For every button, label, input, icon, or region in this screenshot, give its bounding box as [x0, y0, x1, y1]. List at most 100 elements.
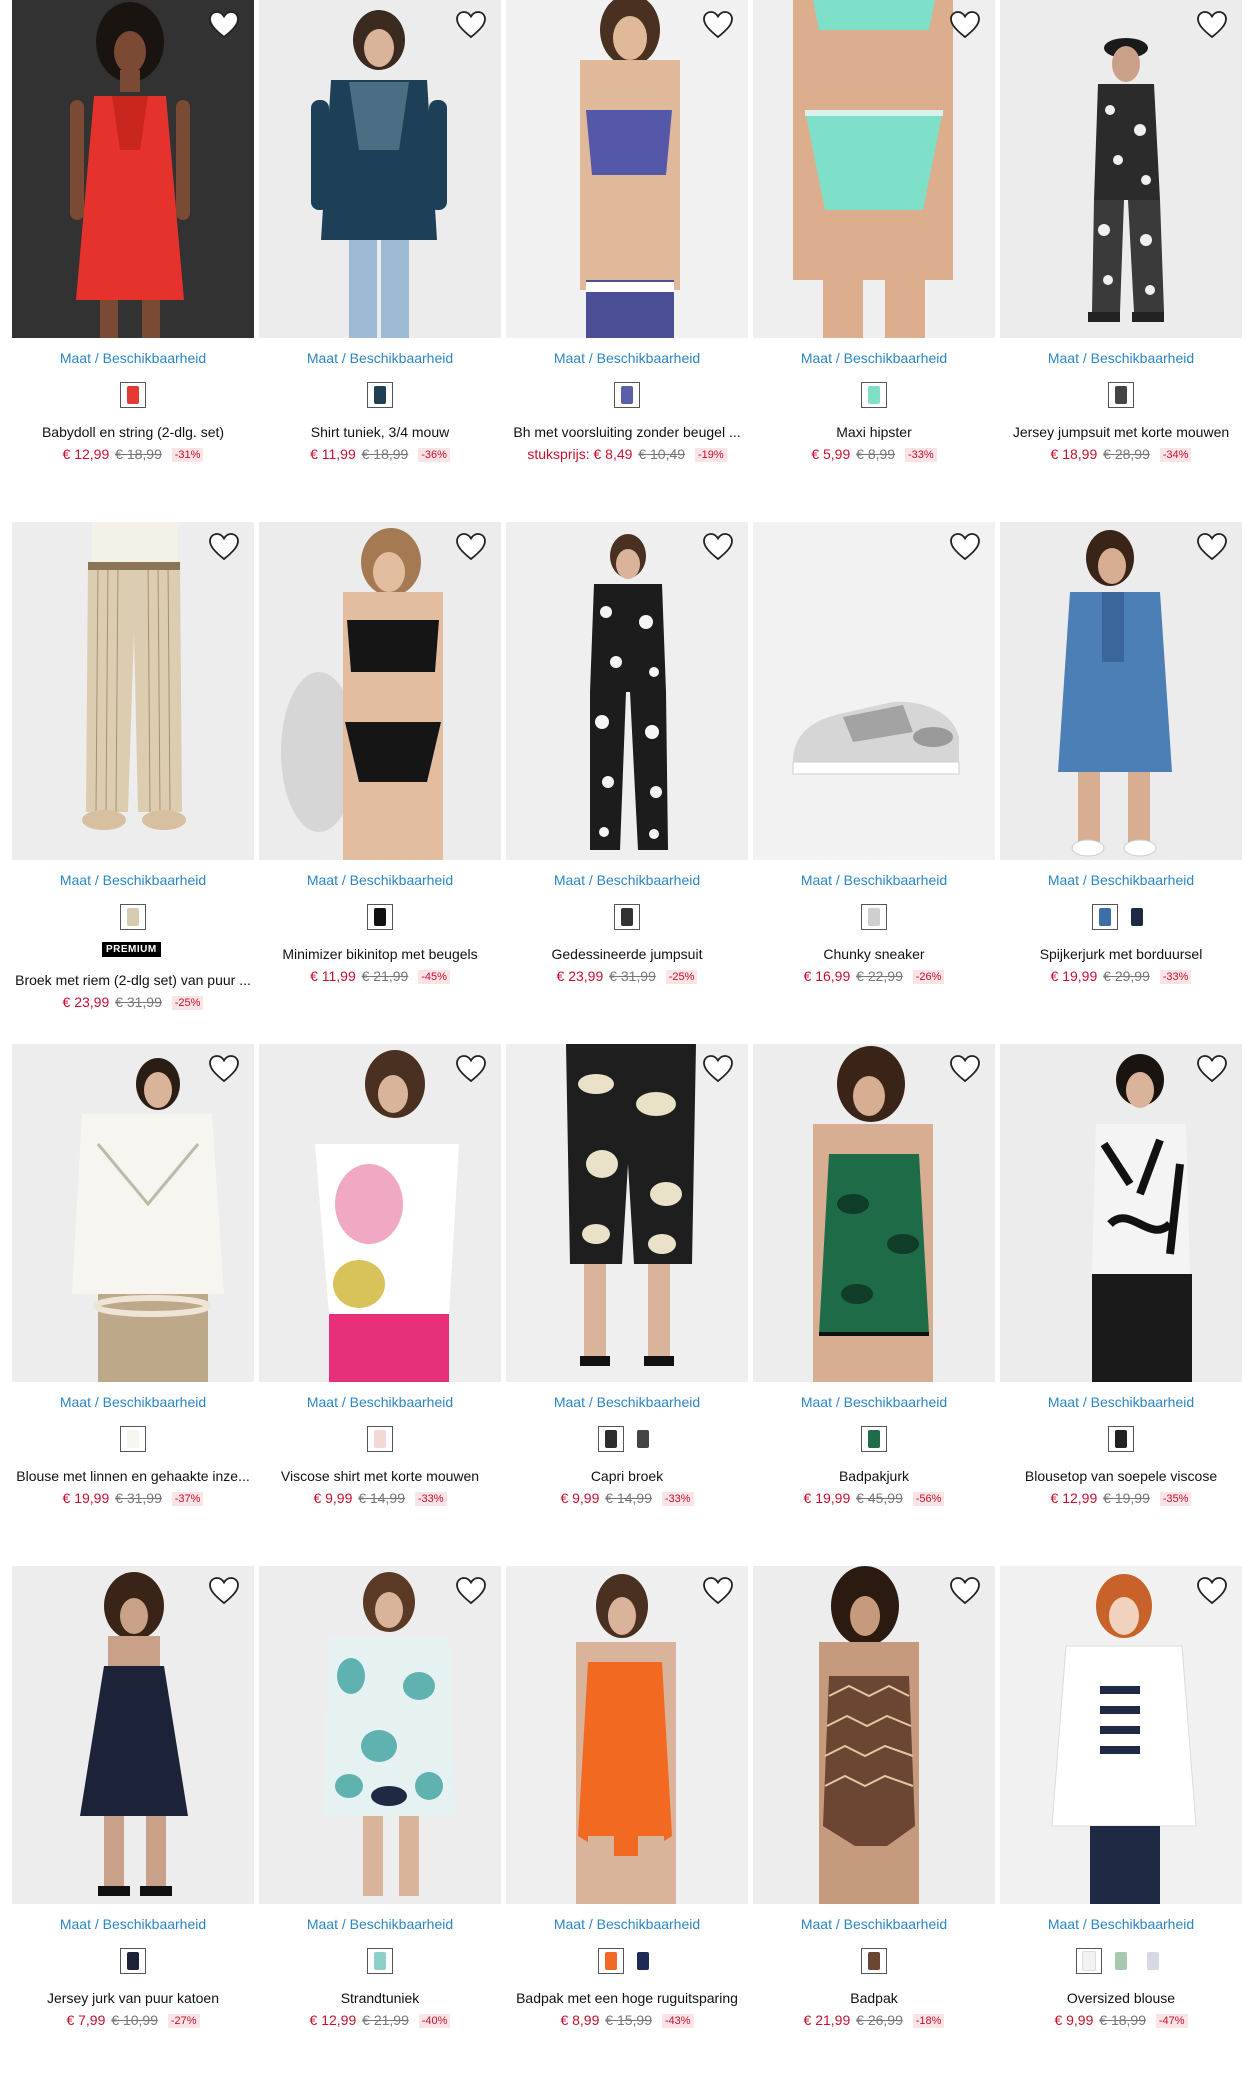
- product-name[interactable]: Babydoll en string (2-dlg. set): [12, 424, 254, 440]
- product-name[interactable]: Badpak met een hoge ruguitsparing: [506, 1990, 748, 2006]
- size-availability-link[interactable]: Maat / Beschikbaarheid: [506, 350, 748, 366]
- product-card[interactable]: Maat / Beschikbaarheid Oversized blouse …: [1000, 1566, 1242, 2088]
- product-name[interactable]: Gedessineerde jumpsuit: [506, 946, 748, 962]
- wishlist-heart-icon[interactable]: [949, 1576, 981, 1606]
- product-image[interactable]: [259, 1044, 501, 1382]
- product-card[interactable]: Maat / Beschikbaarheid Jersey jurk van p…: [12, 1566, 254, 2088]
- product-image[interactable]: [12, 0, 254, 338]
- size-availability-link[interactable]: Maat / Beschikbaarheid: [12, 872, 254, 888]
- product-card[interactable]: Maat / Beschikbaarheid Blouse met linnen…: [12, 1044, 254, 1566]
- size-availability-link[interactable]: Maat / Beschikbaarheid: [259, 1394, 501, 1410]
- color-swatch[interactable]: [598, 1426, 624, 1452]
- product-name[interactable]: Chunky sneaker: [753, 946, 995, 962]
- product-card[interactable]: Maat / Beschikbaarheid Strandtuniek € 12…: [259, 1566, 501, 2088]
- product-card[interactable]: Maat / Beschikbaarheid Jersey jumpsuit m…: [1000, 0, 1242, 522]
- product-name[interactable]: Strandtuniek: [259, 1990, 501, 2006]
- product-name[interactable]: Badpak: [753, 1990, 995, 2006]
- size-availability-link[interactable]: Maat / Beschikbaarheid: [259, 872, 501, 888]
- size-availability-link[interactable]: Maat / Beschikbaarheid: [12, 1394, 254, 1410]
- product-card[interactable]: Maat / Beschikbaarheid Gedessineerde jum…: [506, 522, 748, 1044]
- product-image[interactable]: [12, 522, 254, 860]
- size-availability-link[interactable]: Maat / Beschikbaarheid: [259, 350, 501, 366]
- size-availability-link[interactable]: Maat / Beschikbaarheid: [1000, 1394, 1242, 1410]
- product-image[interactable]: [506, 1044, 748, 1382]
- product-name[interactable]: Blousetop van soepele viscose: [1000, 1468, 1242, 1484]
- wishlist-heart-icon[interactable]: [208, 10, 240, 40]
- wishlist-heart-icon[interactable]: [702, 532, 734, 562]
- product-card[interactable]: Maat / Beschikbaarheid Blousetop van soe…: [1000, 1044, 1242, 1566]
- wishlist-heart-icon[interactable]: [455, 532, 487, 562]
- product-image[interactable]: [506, 522, 748, 860]
- product-card[interactable]: Maat / Beschikbaarheid Badpak € 21,99 € …: [753, 1566, 995, 2088]
- product-name[interactable]: Viscose shirt met korte mouwen: [259, 1468, 501, 1484]
- wishlist-heart-icon[interactable]: [208, 1054, 240, 1084]
- product-name[interactable]: Maxi hipster: [753, 424, 995, 440]
- product-card[interactable]: Maat / Beschikbaarheid Shirt tuniek, 3/4…: [259, 0, 501, 522]
- color-swatch[interactable]: [120, 1948, 146, 1974]
- product-name[interactable]: Blouse met linnen en gehaakte inze...: [12, 1468, 254, 1484]
- product-card[interactable]: Maat / Beschikbaarheid PREMIUM Broek met…: [12, 522, 254, 1044]
- product-name[interactable]: Badpakjurk: [753, 1468, 995, 1484]
- size-availability-link[interactable]: Maat / Beschikbaarheid: [506, 1916, 748, 1932]
- product-name[interactable]: Shirt tuniek, 3/4 mouw: [259, 424, 501, 440]
- wishlist-heart-icon[interactable]: [455, 1054, 487, 1084]
- product-name[interactable]: Jersey jurk van puur katoen: [12, 1990, 254, 2006]
- product-name[interactable]: Minimizer bikinitop met beugels: [259, 946, 501, 962]
- color-swatch[interactable]: [367, 1426, 393, 1452]
- color-swatch[interactable]: [1124, 904, 1150, 930]
- wishlist-heart-icon[interactable]: [702, 1054, 734, 1084]
- size-availability-link[interactable]: Maat / Beschikbaarheid: [259, 1916, 501, 1932]
- size-availability-link[interactable]: Maat / Beschikbaarheid: [12, 1916, 254, 1932]
- product-card[interactable]: Maat / Beschikbaarheid Viscose shirt met…: [259, 1044, 501, 1566]
- wishlist-heart-icon[interactable]: [455, 1576, 487, 1606]
- product-image[interactable]: [753, 1566, 995, 1904]
- product-card[interactable]: Maat / Beschikbaarheid Minimizer bikinit…: [259, 522, 501, 1044]
- size-availability-link[interactable]: Maat / Beschikbaarheid: [753, 1916, 995, 1932]
- product-name[interactable]: Jersey jumpsuit met korte mouwen: [1000, 424, 1242, 440]
- color-swatch[interactable]: [367, 904, 393, 930]
- wishlist-heart-icon[interactable]: [208, 532, 240, 562]
- product-image[interactable]: [1000, 1566, 1242, 1904]
- product-image[interactable]: [12, 1566, 254, 1904]
- color-swatch[interactable]: [1140, 1948, 1166, 1974]
- wishlist-heart-icon[interactable]: [949, 1054, 981, 1084]
- wishlist-heart-icon[interactable]: [208, 1576, 240, 1606]
- product-card[interactable]: Maat / Beschikbaarheid Capri broek € 9,9…: [506, 1044, 748, 1566]
- color-swatch[interactable]: [598, 1948, 624, 1974]
- product-card[interactable]: Maat / Beschikbaarheid Chunky sneaker € …: [753, 522, 995, 1044]
- color-swatch[interactable]: [120, 382, 146, 408]
- product-card[interactable]: Maat / Beschikbaarheid Bh met voorsluiti…: [506, 0, 748, 522]
- product-name[interactable]: Oversized blouse: [1000, 1990, 1242, 2006]
- wishlist-heart-icon[interactable]: [1196, 1054, 1228, 1084]
- wishlist-heart-icon[interactable]: [1196, 1576, 1228, 1606]
- size-availability-link[interactable]: Maat / Beschikbaarheid: [753, 1394, 995, 1410]
- wishlist-heart-icon[interactable]: [455, 10, 487, 40]
- size-availability-link[interactable]: Maat / Beschikbaarheid: [1000, 872, 1242, 888]
- size-availability-link[interactable]: Maat / Beschikbaarheid: [506, 1394, 748, 1410]
- size-availability-link[interactable]: Maat / Beschikbaarheid: [753, 350, 995, 366]
- wishlist-heart-icon[interactable]: [702, 10, 734, 40]
- color-swatch[interactable]: [1108, 382, 1134, 408]
- product-image[interactable]: [259, 1566, 501, 1904]
- color-swatch[interactable]: [1092, 904, 1118, 930]
- size-availability-link[interactable]: Maat / Beschikbaarheid: [753, 872, 995, 888]
- color-swatch[interactable]: [614, 382, 640, 408]
- product-name[interactable]: Broek met riem (2-dlg set) van puur ...: [12, 972, 254, 988]
- color-swatch[interactable]: [367, 1948, 393, 1974]
- product-image[interactable]: [753, 522, 995, 860]
- product-image[interactable]: [259, 0, 501, 338]
- product-card[interactable]: Maat / Beschikbaarheid Badpakjurk € 19,9…: [753, 1044, 995, 1566]
- product-image[interactable]: [753, 1044, 995, 1382]
- product-card[interactable]: Maat / Beschikbaarheid Spijkerjurk met b…: [1000, 522, 1242, 1044]
- product-image[interactable]: [1000, 522, 1242, 860]
- color-swatch[interactable]: [120, 1426, 146, 1452]
- wishlist-heart-icon[interactable]: [949, 532, 981, 562]
- product-name[interactable]: Bh met voorsluiting zonder beugel ...: [506, 424, 748, 440]
- color-swatch[interactable]: [861, 1948, 887, 1974]
- product-image[interactable]: [506, 0, 748, 338]
- wishlist-heart-icon[interactable]: [1196, 10, 1228, 40]
- color-swatch[interactable]: [1108, 1426, 1134, 1452]
- size-availability-link[interactable]: Maat / Beschikbaarheid: [506, 872, 748, 888]
- size-availability-link[interactable]: Maat / Beschikbaarheid: [1000, 350, 1242, 366]
- product-card[interactable]: Maat / Beschikbaarheid Maxi hipster € 5,…: [753, 0, 995, 522]
